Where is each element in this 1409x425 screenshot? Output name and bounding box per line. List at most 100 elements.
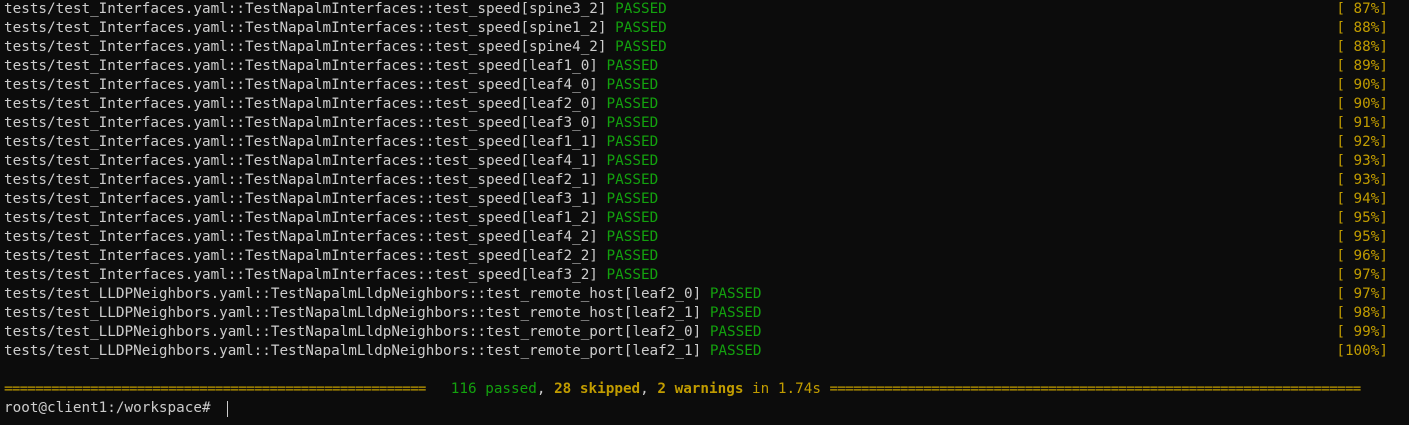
test-progress-percent: [ 93%] <box>1336 172 1388 188</box>
test-progress-percent: [ 91%] <box>1336 115 1388 131</box>
test-id: tests/test_Interfaces.yaml::TestNapalmIn… <box>4 210 598 226</box>
test-result-left: tests/test_LLDPNeighbors.yaml::TestNapal… <box>4 323 761 342</box>
test-result-line: tests/test_Interfaces.yaml::TestNapalmIn… <box>4 19 1388 38</box>
summary-passed: 116 passed <box>450 381 537 397</box>
test-result-line: tests/test_Interfaces.yaml::TestNapalmIn… <box>4 0 1388 19</box>
test-id: tests/test_Interfaces.yaml::TestNapalmIn… <box>4 153 598 169</box>
summary-timing: in 1.74s <box>743 381 830 397</box>
test-status: PASSED <box>615 1 667 17</box>
summary-skipped: 28 skipped <box>554 381 641 397</box>
test-progress-percent: [ 97%] <box>1336 286 1388 302</box>
test-result-left: tests/test_Interfaces.yaml::TestNapalmIn… <box>4 171 658 190</box>
test-progress-percent: [ 95%] <box>1336 210 1388 226</box>
test-id: tests/test_Interfaces.yaml::TestNapalmIn… <box>4 20 607 36</box>
test-id: tests/test_Interfaces.yaml::TestNapalmIn… <box>4 134 598 150</box>
test-result-left: tests/test_Interfaces.yaml::TestNapalmIn… <box>4 38 667 57</box>
test-result-left: tests/test_Interfaces.yaml::TestNapalmIn… <box>4 209 658 228</box>
test-id: tests/test_LLDPNeighbors.yaml::TestNapal… <box>4 343 702 359</box>
test-status: PASSED <box>606 134 659 150</box>
test-status: PASSED <box>606 153 659 169</box>
test-id: tests/test_LLDPNeighbors.yaml::TestNapal… <box>4 324 702 340</box>
test-result-left: tests/test_LLDPNeighbors.yaml::TestNapal… <box>4 285 761 304</box>
test-progress-percent: [ 99%] <box>1336 324 1388 340</box>
test-result-line: tests/test_LLDPNeighbors.yaml::TestNapal… <box>4 342 1388 361</box>
test-id: tests/test_Interfaces.yaml::TestNapalmIn… <box>4 229 598 245</box>
test-status: PASSED <box>615 39 667 55</box>
test-result-left: tests/test_Interfaces.yaml::TestNapalmIn… <box>4 190 658 209</box>
test-result-left: tests/test_Interfaces.yaml::TestNapalmIn… <box>4 152 658 171</box>
summary-rule-right: ========================================… <box>829 381 1362 397</box>
test-id: tests/test_Interfaces.yaml::TestNapalmIn… <box>4 96 598 112</box>
test-status: PASSED <box>606 191 659 207</box>
test-status: PASSED <box>606 58 659 74</box>
test-result-line: tests/test_LLDPNeighbors.yaml::TestNapal… <box>4 304 1388 323</box>
test-status: PASSED <box>606 77 659 93</box>
test-id: tests/test_Interfaces.yaml::TestNapalmIn… <box>4 39 607 55</box>
text-cursor <box>227 400 229 417</box>
test-status: PASSED <box>709 305 762 321</box>
test-result-left: tests/test_Interfaces.yaml::TestNapalmIn… <box>4 133 658 152</box>
pytest-summary-line: ========================================… <box>4 380 1388 399</box>
summary-sep-1: , <box>536 381 555 397</box>
test-status: PASSED <box>615 20 667 36</box>
test-progress-percent: [ 92%] <box>1336 134 1388 150</box>
test-result-line: tests/test_Interfaces.yaml::TestNapalmIn… <box>4 114 1388 133</box>
test-progress-percent: [ 94%] <box>1336 191 1388 207</box>
test-result-left: tests/test_Interfaces.yaml::TestNapalmIn… <box>4 0 667 19</box>
test-status: PASSED <box>709 286 762 302</box>
test-progress-percent: [ 90%] <box>1336 77 1388 93</box>
test-result-line: tests/test_LLDPNeighbors.yaml::TestNapal… <box>4 285 1388 304</box>
test-status: PASSED <box>709 324 762 340</box>
terminal-window[interactable]: tests/test_Interfaces.yaml::TestNapalmIn… <box>0 0 1409 425</box>
test-progress-percent: [ 97%] <box>1336 267 1388 283</box>
test-progress-percent: [ 95%] <box>1336 229 1388 245</box>
test-result-line: tests/test_Interfaces.yaml::TestNapalmIn… <box>4 57 1388 76</box>
test-result-line: tests/test_Interfaces.yaml::TestNapalmIn… <box>4 38 1388 57</box>
test-result-line: tests/test_Interfaces.yaml::TestNapalmIn… <box>4 152 1388 171</box>
test-result-line: tests/test_Interfaces.yaml::TestNapalmIn… <box>4 171 1388 190</box>
test-id: tests/test_Interfaces.yaml::TestNapalmIn… <box>4 58 598 74</box>
shell-prompt-line[interactable]: root@client1:/workspace# <box>4 399 1388 418</box>
test-id: tests/test_Interfaces.yaml::TestNapalmIn… <box>4 267 598 283</box>
summary-sep-2: , <box>640 381 658 397</box>
test-id: tests/test_LLDPNeighbors.yaml::TestNapal… <box>4 286 702 302</box>
test-result-left: tests/test_Interfaces.yaml::TestNapalmIn… <box>4 114 658 133</box>
test-result-left: tests/test_LLDPNeighbors.yaml::TestNapal… <box>4 304 761 323</box>
test-status: PASSED <box>606 115 659 131</box>
test-progress-percent: [ 90%] <box>1336 96 1388 112</box>
test-result-left: tests/test_Interfaces.yaml::TestNapalmIn… <box>4 266 658 285</box>
shell-prompt: root@client1:/workspace# <box>4 400 220 416</box>
test-id: tests/test_Interfaces.yaml::TestNapalmIn… <box>4 191 598 207</box>
test-result-line: tests/test_Interfaces.yaml::TestNapalmIn… <box>4 95 1388 114</box>
test-result-line: tests/test_Interfaces.yaml::TestNapalmIn… <box>4 133 1388 152</box>
test-id: tests/test_Interfaces.yaml::TestNapalmIn… <box>4 77 598 93</box>
test-result-line: tests/test_Interfaces.yaml::TestNapalmIn… <box>4 209 1388 228</box>
test-progress-percent: [ 88%] <box>1336 20 1388 36</box>
test-status: PASSED <box>606 267 659 283</box>
test-progress-percent: [ 89%] <box>1336 58 1388 74</box>
test-status: PASSED <box>606 172 659 188</box>
test-result-left: tests/test_Interfaces.yaml::TestNapalmIn… <box>4 228 658 247</box>
test-progress-percent: [ 87%] <box>1336 1 1388 17</box>
test-id: tests/test_Interfaces.yaml::TestNapalmIn… <box>4 248 598 264</box>
test-result-line: tests/test_Interfaces.yaml::TestNapalmIn… <box>4 190 1388 209</box>
test-result-left: tests/test_Interfaces.yaml::TestNapalmIn… <box>4 76 658 95</box>
test-id: tests/test_Interfaces.yaml::TestNapalmIn… <box>4 115 598 131</box>
test-progress-percent: [ 98%] <box>1336 305 1388 321</box>
test-status: PASSED <box>606 248 659 264</box>
test-result-line: tests/test_Interfaces.yaml::TestNapalmIn… <box>4 76 1388 95</box>
test-result-left: tests/test_Interfaces.yaml::TestNapalmIn… <box>4 95 658 114</box>
test-progress-percent: [ 93%] <box>1336 153 1388 169</box>
summary-rule-left: ========================================… <box>4 381 426 397</box>
test-result-line: tests/test_Interfaces.yaml::TestNapalmIn… <box>4 228 1388 247</box>
test-progress-percent: [ 88%] <box>1336 39 1388 55</box>
test-status: PASSED <box>709 343 762 359</box>
test-output: tests/test_Interfaces.yaml::TestNapalmIn… <box>4 0 1388 361</box>
test-status: PASSED <box>606 96 659 112</box>
test-result-left: tests/test_Interfaces.yaml::TestNapalmIn… <box>4 247 658 266</box>
test-result-line: tests/test_LLDPNeighbors.yaml::TestNapal… <box>4 323 1388 342</box>
test-progress-percent: [100%] <box>1336 343 1388 359</box>
test-id: tests/test_LLDPNeighbors.yaml::TestNapal… <box>4 305 702 321</box>
test-result-line: tests/test_Interfaces.yaml::TestNapalmIn… <box>4 266 1388 285</box>
